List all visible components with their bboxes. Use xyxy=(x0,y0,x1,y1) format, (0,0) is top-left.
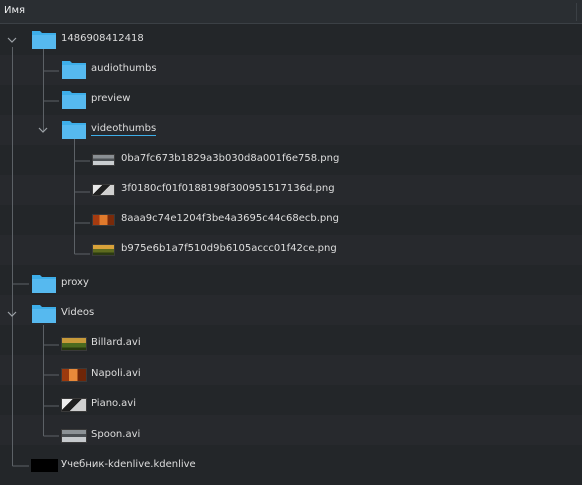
folder-icon xyxy=(31,302,57,324)
video-thumbnail-icon xyxy=(61,368,87,382)
tree-item-label: videothumbs xyxy=(91,123,157,136)
video-thumbnail-icon xyxy=(61,429,87,443)
tree-item-project-file[interactable]: Учебник-kdenlive.kdenlive xyxy=(0,451,582,481)
tree-item-file[interactable]: 0ba7fc673b1829a3b030d8a001f6e758.png xyxy=(0,145,582,175)
tree-item-videos[interactable]: Videos xyxy=(0,299,582,329)
tree-item-file[interactable]: 8aaa9c74e1204f3be4a3695c44c68ecb.png xyxy=(0,205,582,235)
tree-item-label: Videos xyxy=(61,307,95,318)
folder-icon xyxy=(61,88,87,110)
tree-item-label: preview xyxy=(91,93,131,104)
tree-item-file[interactable]: b975e6b1a7f510d9b6105accc01f42ce.png xyxy=(0,235,582,265)
chevron-down-icon[interactable] xyxy=(6,308,18,320)
kdenlive-file-icon xyxy=(31,459,58,472)
tree-item-label: Napoli.avi xyxy=(91,368,141,379)
tree-item-label: 8aaa9c74e1204f3be4a3695c44c68ecb.png xyxy=(121,213,339,224)
tree-item-video-file[interactable]: Spoon.avi xyxy=(0,421,582,451)
folder-icon xyxy=(61,58,87,80)
tree-item-label: Spoon.avi xyxy=(91,429,141,440)
tree-item-file[interactable]: 3f0180cf01f0188198f300951517136d.png xyxy=(0,175,582,205)
tree-item-preview[interactable]: preview xyxy=(0,85,582,115)
image-thumbnail-icon xyxy=(92,214,115,226)
column-separator[interactable] xyxy=(576,3,577,21)
tree-item-root-folder[interactable]: 1486908412418 xyxy=(0,25,582,55)
tree-item-label: Billard.avi xyxy=(91,337,141,348)
tree-item-proxy[interactable]: proxy xyxy=(0,269,582,299)
tree-item-label: proxy xyxy=(61,277,89,288)
tree-item-video-file[interactable]: Billard.avi xyxy=(0,329,582,359)
tree-item-label: audiothumbs xyxy=(91,63,157,74)
image-thumbnail-icon xyxy=(92,154,115,166)
video-thumbnail-icon xyxy=(61,398,87,412)
tree-item-label: b975e6b1a7f510d9b6105accc01f42ce.png xyxy=(121,243,337,254)
folder-icon xyxy=(31,28,57,50)
folder-icon xyxy=(61,118,87,140)
image-thumbnail-icon xyxy=(92,184,115,196)
folder-icon xyxy=(31,272,57,294)
name-column-header[interactable]: Имя xyxy=(4,5,25,16)
chevron-down-icon[interactable] xyxy=(37,124,49,136)
image-thumbnail-icon xyxy=(92,244,115,256)
tree-item-video-file[interactable]: Piano.avi xyxy=(0,390,582,420)
tree-item-label: 0ba7fc673b1829a3b030d8a001f6e758.png xyxy=(121,153,340,164)
tree-item-video-file[interactable]: Napoli.avi xyxy=(0,360,582,390)
column-header[interactable]: Имя xyxy=(0,0,582,24)
tree-item-audiothumbs[interactable]: audiothumbs xyxy=(0,55,582,85)
chevron-down-icon[interactable] xyxy=(6,34,18,46)
tree-item-label: 1486908412418 xyxy=(61,33,144,44)
tree-item-label: Учебник-kdenlive.kdenlive xyxy=(61,459,196,470)
file-tree: 1486908412418 audiothumbs preview videot… xyxy=(0,25,582,485)
video-thumbnail-icon xyxy=(61,337,87,351)
tree-item-label: Piano.avi xyxy=(91,398,136,409)
tree-item-label: 3f0180cf01f0188198f300951517136d.png xyxy=(121,183,335,194)
tree-item-videothumbs[interactable]: videothumbs xyxy=(0,115,582,145)
